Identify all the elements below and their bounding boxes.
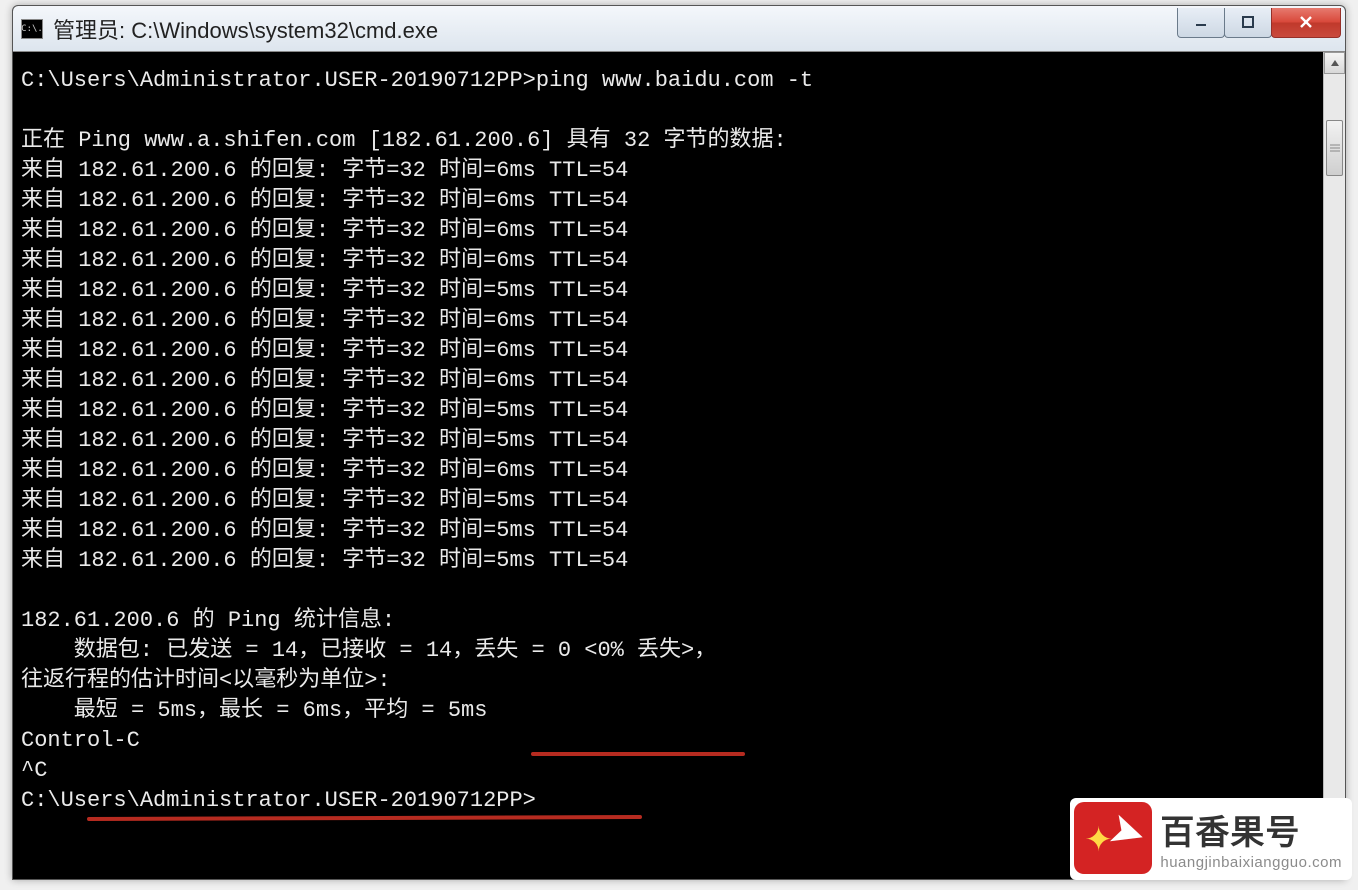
minimize-icon [1194, 15, 1208, 29]
cmd-icon: C:\. [21, 19, 43, 39]
terminal-output[interactable]: C:\Users\Administrator.USER-20190712PP>p… [13, 52, 1345, 879]
minimize-button[interactable] [1177, 8, 1225, 38]
ping-reply: 来自 182.61.200.6 的回复: 字节=32 时间=6ms TTL=54 [21, 218, 628, 243]
scroll-thumb[interactable] [1326, 120, 1343, 176]
arrow-icon: ➤ [1103, 802, 1153, 861]
ping-reply: 来自 182.61.200.6 的回复: 字节=32 时间=5ms TTL=54 [21, 278, 628, 303]
control-c: Control-C [21, 728, 140, 753]
ping-reply: 来自 182.61.200.6 的回复: 字节=32 时间=6ms TTL=54 [21, 248, 628, 273]
watermark-text: 百香果号 huangjinbaixiangguo.com [1160, 805, 1342, 871]
stats-rtt: 最短 = 5ms，最长 = 6ms，平均 = 5ms [21, 698, 487, 723]
scroll-up-button[interactable] [1324, 52, 1345, 74]
ping-reply: 来自 182.61.200.6 的回复: 字节=32 时间=6ms TTL=54 [21, 158, 628, 183]
cmd-window: C:\. 管理员: C:\Windows\system32\cmd.exe C:… [12, 5, 1346, 880]
annotation-underline [87, 815, 642, 821]
maximize-button[interactable] [1224, 8, 1272, 38]
window-title: 管理员: C:\Windows\system32\cmd.exe [53, 13, 1178, 45]
watermark-logo: ✦ ➤ [1074, 802, 1152, 874]
cmd-icon-label: C:\. [21, 24, 43, 34]
ping-header: 正在 Ping www.a.shifen.com [182.61.200.6] … [21, 128, 787, 153]
watermark-sub: huangjinbaixiangguo.com [1160, 854, 1342, 871]
close-button[interactable] [1271, 8, 1341, 38]
ping-reply: 来自 182.61.200.6 的回复: 字节=32 时间=5ms TTL=54 [21, 428, 628, 453]
vertical-scrollbar[interactable] [1323, 52, 1345, 879]
ping-reply: 来自 182.61.200.6 的回复: 字节=32 时间=5ms TTL=54 [21, 398, 628, 423]
scroll-track[interactable] [1324, 74, 1345, 857]
annotation-underline [531, 752, 745, 756]
prompt-line-1: C:\Users\Administrator.USER-20190712PP>p… [21, 68, 813, 93]
window-controls [1178, 8, 1341, 38]
ping-reply: 来自 182.61.200.6 的回复: 字节=32 时间=6ms TTL=54 [21, 338, 628, 363]
stats-packets: 数据包: 已发送 = 14，已接收 = 14，丢失 = 0 <0% 丢失>， [21, 638, 716, 663]
prompt-line-2: C:\Users\Administrator.USER-20190712PP> [21, 788, 536, 813]
stats-rtt-header: 往返行程的估计时间<以毫秒为单位>: [21, 668, 391, 693]
chevron-up-icon [1330, 58, 1340, 68]
ping-reply: 来自 182.61.200.6 的回复: 字节=32 时间=6ms TTL=54 [21, 458, 628, 483]
ping-reply: 来自 182.61.200.6 的回复: 字节=32 时间=5ms TTL=54 [21, 548, 628, 573]
titlebar[interactable]: C:\. 管理员: C:\Windows\system32\cmd.exe [13, 6, 1345, 52]
ping-reply: 来自 182.61.200.6 的回复: 字节=32 时间=6ms TTL=54 [21, 308, 628, 333]
thumb-grip-icon [1330, 143, 1340, 154]
maximize-icon [1241, 15, 1255, 29]
stats-header: 182.61.200.6 的 Ping 统计信息: [21, 608, 395, 633]
close-icon [1298, 15, 1314, 29]
ping-reply: 来自 182.61.200.6 的回复: 字节=32 时间=6ms TTL=54 [21, 368, 628, 393]
caret-c: ^C [21, 758, 47, 783]
ping-reply: 来自 182.61.200.6 的回复: 字节=32 时间=5ms TTL=54 [21, 518, 628, 543]
watermark-title: 百香果号 [1160, 805, 1300, 854]
ping-reply: 来自 182.61.200.6 的回复: 字节=32 时间=5ms TTL=54 [21, 488, 628, 513]
watermark: ✦ ➤ 百香果号 huangjinbaixiangguo.com [1070, 798, 1352, 880]
ping-reply: 来自 182.61.200.6 的回复: 字节=32 时间=6ms TTL=54 [21, 188, 628, 213]
